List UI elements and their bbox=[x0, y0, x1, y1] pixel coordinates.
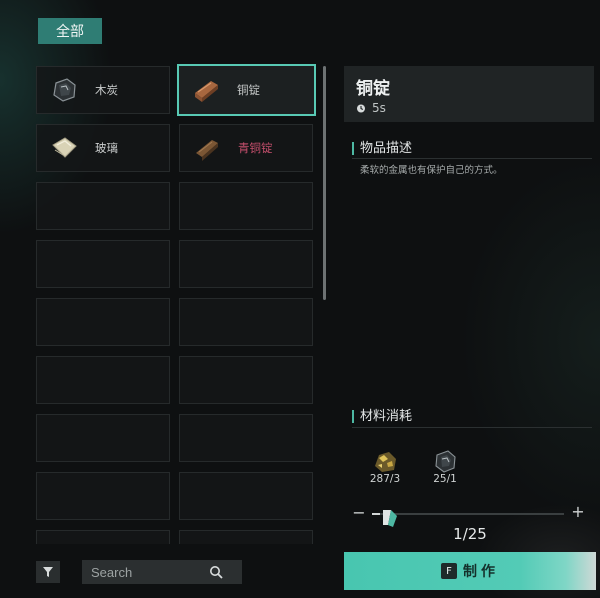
empty-slot[interactable] bbox=[36, 240, 170, 288]
material-count: 287/3 bbox=[369, 473, 401, 485]
material-slot[interactable]: 287/3 bbox=[360, 444, 410, 490]
search-input[interactable] bbox=[91, 564, 209, 580]
item-slot-glass[interactable]: 玻璃 bbox=[36, 124, 170, 172]
item-slot-copper-ingot[interactable]: 铜锭 bbox=[177, 64, 316, 116]
quantity-slider[interactable] bbox=[372, 513, 564, 515]
filter-button[interactable] bbox=[36, 561, 60, 583]
empty-slot[interactable] bbox=[179, 472, 313, 520]
item-title: 铜锭 bbox=[356, 79, 390, 99]
quantity-value: 1/25 bbox=[453, 525, 487, 543]
glass-icon bbox=[47, 131, 81, 165]
bronze-ingot-icon bbox=[190, 131, 224, 165]
item-name-locked: 青铜锭 bbox=[238, 141, 273, 155]
empty-slot[interactable] bbox=[179, 240, 313, 288]
material-slot[interactable]: 25/1 bbox=[420, 444, 470, 490]
empty-slot[interactable] bbox=[179, 414, 313, 462]
increase-button[interactable]: + bbox=[571, 502, 585, 521]
decrease-button[interactable]: − bbox=[352, 503, 366, 522]
charcoal-icon bbox=[47, 73, 81, 107]
item-slot-bronze-ingot[interactable]: 青铜锭 bbox=[179, 124, 313, 172]
craft-time: 5s bbox=[356, 101, 386, 115]
copper-ingot-icon bbox=[189, 73, 223, 107]
slider-handle-icon[interactable] bbox=[380, 506, 400, 528]
empty-slot[interactable] bbox=[36, 356, 170, 404]
slider-fill bbox=[372, 513, 380, 515]
item-detail-header: 铜锭 5s bbox=[344, 66, 594, 122]
description-heading: 物品描述 bbox=[352, 142, 412, 155]
empty-slot[interactable] bbox=[179, 182, 313, 230]
empty-slot[interactable] bbox=[179, 356, 313, 404]
empty-slot[interactable] bbox=[36, 182, 170, 230]
materials-heading: 材料消耗 bbox=[352, 410, 412, 423]
divider bbox=[352, 158, 592, 159]
empty-slot[interactable] bbox=[36, 530, 170, 544]
empty-slot[interactable] bbox=[179, 530, 313, 544]
empty-slot[interactable] bbox=[36, 298, 170, 346]
item-name: 铜锭 bbox=[237, 83, 260, 97]
timer-icon bbox=[357, 104, 365, 113]
divider bbox=[352, 427, 592, 428]
filter-icon bbox=[43, 567, 53, 577]
tab-all[interactable]: 全部 bbox=[38, 18, 102, 44]
empty-slot[interactable] bbox=[179, 298, 313, 346]
gold-ore-icon bbox=[370, 446, 400, 476]
grid-scrollbar[interactable] bbox=[323, 66, 326, 300]
material-count: 25/1 bbox=[433, 473, 457, 485]
item-name: 木炭 bbox=[95, 83, 118, 97]
search-bar bbox=[82, 560, 242, 584]
item-description: 柔软的金属也有保护自己的方式。 bbox=[360, 165, 503, 176]
craft-button-label: 制作 bbox=[463, 564, 499, 580]
search-icon[interactable] bbox=[209, 565, 223, 579]
craft-time-value: 5s bbox=[372, 101, 386, 115]
empty-slot[interactable] bbox=[36, 472, 170, 520]
empty-slot[interactable] bbox=[36, 414, 170, 462]
craft-button[interactable]: F 制作 bbox=[344, 552, 596, 590]
key-hint-f: F bbox=[441, 563, 457, 579]
item-slot-charcoal[interactable]: 木炭 bbox=[36, 66, 170, 114]
charcoal-icon bbox=[430, 446, 460, 476]
item-name: 玻璃 bbox=[95, 141, 118, 155]
